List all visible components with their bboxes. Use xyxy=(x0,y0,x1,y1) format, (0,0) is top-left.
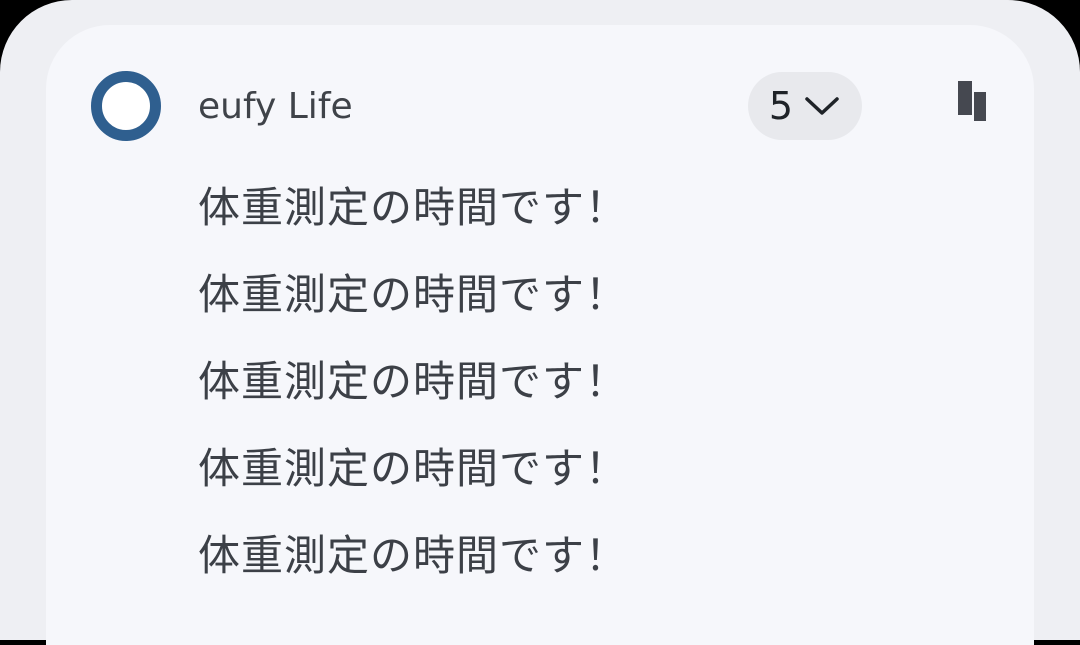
chevron-down-icon xyxy=(805,97,839,115)
message-line: 体重測定の時間です！ xyxy=(198,270,629,319)
message-line: 体重測定の時間です！ xyxy=(198,183,629,232)
notification-count: 5 xyxy=(768,84,794,128)
app-icon xyxy=(91,71,161,141)
message-line: 体重測定の時間です！ xyxy=(198,531,629,580)
message-line: 体重測定の時間です！ xyxy=(198,357,629,406)
copy-icon[interactable] xyxy=(953,78,993,124)
app-name-label: eufy Life xyxy=(198,86,353,127)
message-line: 体重測定の時間です！ xyxy=(198,444,629,493)
expand-count-chip[interactable]: 5 xyxy=(748,72,862,140)
message-list: 体重測定の時間です！ 体重測定の時間です！ 体重測定の時間です！ 体重測定の時間… xyxy=(198,164,628,599)
